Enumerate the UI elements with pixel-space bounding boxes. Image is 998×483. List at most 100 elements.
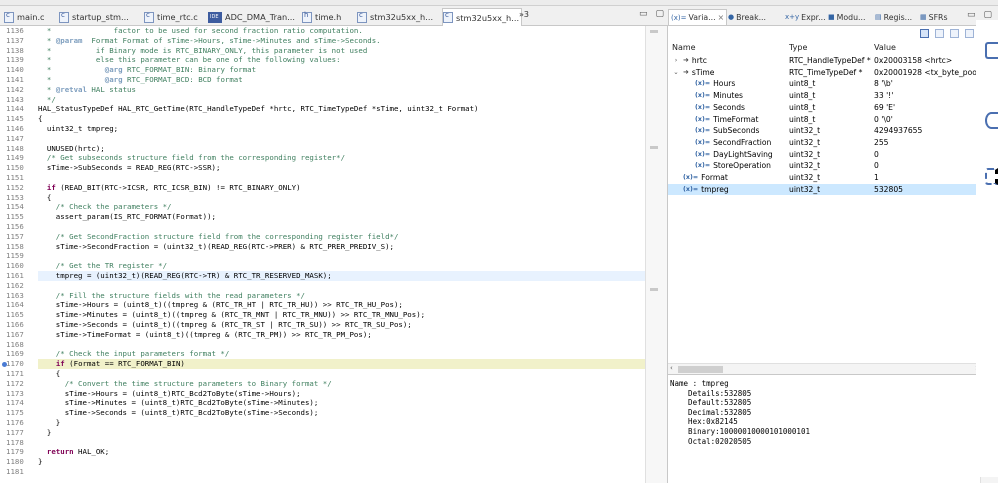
editor-tab[interactable]: time_rtc.c <box>144 8 206 26</box>
view-tab[interactable]: ● Break... <box>726 9 768 25</box>
close-icon[interactable]: × <box>718 13 725 22</box>
minimize-icon[interactable]: ▭ <box>967 10 976 20</box>
code-line[interactable]: sTime->Seconds = (uint8_t)((tmpreg & (RT… <box>38 320 645 330</box>
code-line[interactable]: HAL_StatusTypeDef HAL_RTC_GetTime(RTC_Ha… <box>38 104 645 114</box>
line-number[interactable]: 1181 <box>0 467 38 477</box>
code-line[interactable]: /* Get subseconds structure field from t… <box>38 153 645 163</box>
line-number[interactable]: 1163 <box>0 291 38 301</box>
side-panel-icon[interactable] <box>985 42 998 59</box>
variable-row[interactable]: › ➜ hrtc RTC_HandleTypeDef * 0x20003158 <hrt… <box>668 55 998 67</box>
code-line[interactable]: /* Fill the structure fields with the re… <box>38 291 645 301</box>
code-line[interactable] <box>38 467 645 477</box>
code-line[interactable] <box>38 281 645 291</box>
code-line[interactable]: /* Get SecondFraction structure field fr… <box>38 232 645 242</box>
view-tab[interactable]: x+y Expr... <box>783 9 828 25</box>
line-number[interactable]: 1155 <box>0 212 38 222</box>
code-line[interactable]: * @arg RTC_FORMAT_BIN: Binary format <box>38 65 645 75</box>
line-number[interactable]: 1138 <box>0 46 38 56</box>
line-number[interactable]: 1179 <box>0 447 38 457</box>
line-number[interactable]: 1139 <box>0 55 38 65</box>
overflow-tabs-button[interactable]: »3 <box>519 10 529 19</box>
line-number[interactable]: 1167 <box>0 330 38 340</box>
minimize-icon[interactable]: ▭ <box>639 9 648 19</box>
code-line[interactable]: sTime->Seconds = (uint8_t)RTC_Bcd2ToByte… <box>38 408 645 418</box>
overview-marker[interactable] <box>650 146 658 149</box>
line-number[interactable]: 1154 <box>0 202 38 212</box>
code-line[interactable] <box>38 134 645 144</box>
variable-row[interactable]: (x)= StoreOperation uint32_t 0 <box>668 160 998 172</box>
code-line[interactable]: { <box>38 369 645 379</box>
variables-horizontal-scrollbar[interactable]: ‹ › <box>668 363 980 374</box>
line-number[interactable]: 1145 <box>0 114 38 124</box>
line-number[interactable]: 1169 <box>0 349 38 359</box>
code-line[interactable]: * @retval HAL status <box>38 85 645 95</box>
code-line[interactable]: tmpreg = (uint32_t)(READ_REG(RTC->TR) & … <box>38 271 645 281</box>
code-line[interactable]: UNUSED(hrtc); <box>38 144 645 154</box>
line-number[interactable]: 1153 <box>0 193 38 203</box>
overview-marker[interactable] <box>650 30 658 33</box>
line-number[interactable]: 1150 <box>0 163 38 173</box>
line-number[interactable]: 1143 <box>0 95 38 105</box>
side-outline-icon[interactable] <box>985 168 998 185</box>
line-number[interactable]: 1156 <box>0 222 38 232</box>
line-number[interactable]: 1144 <box>0 104 38 114</box>
line-number[interactable]: 1140 <box>0 65 38 75</box>
variable-row[interactable]: (x)= DayLightSaving uint32_t 0 <box>668 149 998 161</box>
variable-row[interactable]: (x)= TimeFormat uint8_t 0 '\0' <box>668 114 998 126</box>
line-number[interactable]: 1172 <box>0 379 38 389</box>
line-number[interactable]: 1159 <box>0 251 38 261</box>
line-number[interactable]: 1164 <box>0 300 38 310</box>
line-number[interactable]: 1174 <box>0 398 38 408</box>
code-line[interactable]: sTime->SecondFraction = (uint32_t)(READ_… <box>38 242 645 252</box>
code-line[interactable]: sTime->Hours = (uint8_t)((tmpreg & (RTC_… <box>38 300 645 310</box>
code-line[interactable] <box>38 340 645 350</box>
view-tab[interactable]: ▦ SFRs <box>918 9 950 25</box>
code-line[interactable]: sTime->TimeFormat = (uint8_t)((tmpreg & … <box>38 330 645 340</box>
scroll-left-icon[interactable]: ‹ <box>670 364 673 372</box>
code-line[interactable]: /* Check the parameters */ <box>38 202 645 212</box>
code-line[interactable]: { <box>38 193 645 203</box>
scroll-thumb[interactable] <box>678 366 723 373</box>
line-number[interactable]: 1178 <box>0 438 38 448</box>
code-line[interactable]: /* Check the input parameters format */ <box>38 349 645 359</box>
line-number[interactable]: 1161 <box>0 271 38 281</box>
line-number[interactable]: 1173 <box>0 389 38 399</box>
line-number[interactable]: 1166 <box>0 320 38 330</box>
detail-pane[interactable]: Name : tmpreg Details:532805 Default:532… <box>668 374 980 483</box>
variable-row[interactable]: (x)= tmpreg uint32_t 532805 <box>668 183 998 196</box>
code-line[interactable]: /* Get the TR register */ <box>38 261 645 271</box>
show-type-icon[interactable] <box>935 28 944 38</box>
line-number[interactable]: 1175 <box>0 408 38 418</box>
code-area[interactable]: 1136 1137 1138 1139 1140 1141 1142 1143 1144 1145… <box>0 26 645 483</box>
code-line[interactable]: uint32_t tmpreg; <box>38 124 645 134</box>
line-number[interactable]: 1158 <box>0 242 38 252</box>
line-number[interactable]: 1148 <box>0 144 38 154</box>
line-number[interactable]: 1180 <box>0 457 38 467</box>
variable-row[interactable]: (x)= SecondFraction uint32_t 255 <box>668 137 998 149</box>
code-line[interactable]: } <box>38 457 645 467</box>
variable-row[interactable]: (x)= Seconds uint8_t 69 'E' <box>668 102 998 114</box>
code-line[interactable]: { <box>38 114 645 124</box>
editor-tab[interactable]: ADC_DMA_Tran... <box>208 8 300 26</box>
code-line[interactable]: } <box>38 428 645 438</box>
line-number[interactable]: 1168 <box>0 340 38 350</box>
instruction-pointer-icon[interactable] <box>2 361 7 367</box>
maximize-icon[interactable]: ▢ <box>983 10 992 20</box>
layout-icon[interactable] <box>950 28 959 38</box>
line-number[interactable]: 1165 <box>0 310 38 320</box>
line-number[interactable]: 1147 <box>0 134 38 144</box>
line-number-gutter[interactable]: 1136 1137 1138 1139 1140 1141 1142 1143 1144 1145… <box>0 26 38 483</box>
line-number[interactable]: 1177 <box>0 428 38 438</box>
code-line[interactable]: * @arg RTC_FORMAT_BCD: BCD format <box>38 75 645 85</box>
code-line[interactable]: sTime->Minutes = (uint8_t)RTC_Bcd2ToByte… <box>38 398 645 408</box>
line-number[interactable]: 1157 <box>0 232 38 242</box>
new-view-icon[interactable] <box>965 28 974 38</box>
code-line[interactable] <box>38 222 645 232</box>
line-number[interactable]: 1151 <box>0 173 38 183</box>
code-line[interactable]: return HAL_OK; <box>38 447 645 457</box>
column-header[interactable]: Value <box>874 43 896 52</box>
code-line[interactable]: if (Format == RTC_FORMAT_BIN) <box>38 359 645 369</box>
code-line[interactable]: */ <box>38 95 645 105</box>
code-line[interactable]: if (READ_BIT(RTC->ICSR, RTC_ICSR_BIN) !=… <box>38 183 645 193</box>
line-number[interactable]: 1136 <box>0 26 38 36</box>
